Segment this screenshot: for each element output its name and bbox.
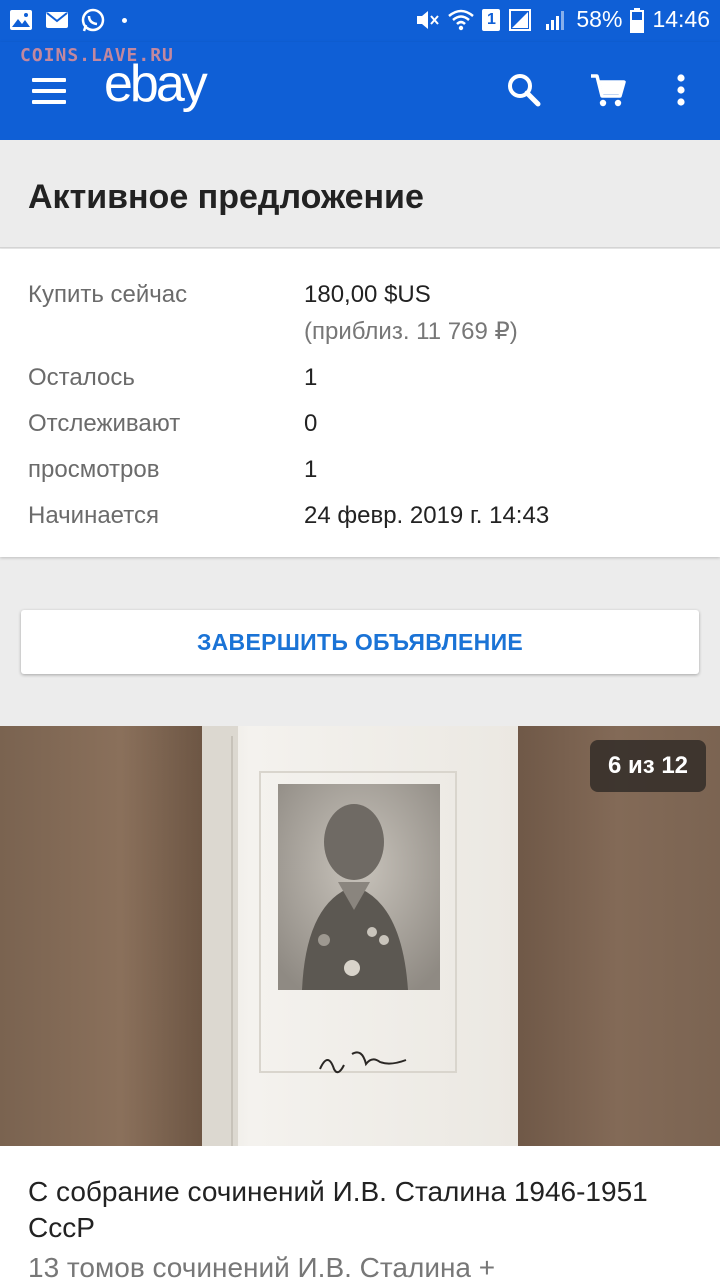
photo-counter: 6 из 12: [590, 740, 706, 792]
menu-icon: [32, 78, 66, 82]
mute-icon: [417, 10, 440, 29]
views-value: 1: [304, 456, 318, 483]
menu-button[interactable]: [32, 78, 66, 104]
mail-icon: [46, 12, 68, 28]
cart-icon[interactable]: [588, 70, 628, 110]
overflow-menu-icon[interactable]: [664, 70, 698, 110]
status-bar: 1 58% 14:46: [0, 0, 720, 42]
item-subtitle: 13 томов сочинений И.В. Сталина +: [28, 1252, 496, 1280]
wifi-icon: [448, 9, 475, 30]
listing-details: Купить сейчас 180,00 $US (приблиз. 11 76…: [0, 249, 720, 557]
ebay-logo[interactable]: ebay: [104, 54, 208, 114]
buy-now-label: Купить сейчас: [28, 281, 188, 308]
clock: 14:46: [652, 6, 710, 32]
remaining-label: Осталось: [28, 364, 135, 391]
app-bar: COINS.LAVE.RU ebay: [0, 42, 720, 140]
sim-badge: 1: [482, 8, 501, 31]
item-title: С собрание сочинений И.В. Сталина 1946-1…: [28, 1176, 648, 1243]
signal-icon: [509, 8, 532, 31]
photo-background-left: [0, 726, 202, 1146]
buy-now-price: 180,00 $US: [304, 281, 431, 308]
starts-value: 24 февр. 2019 г. 14:43: [304, 502, 550, 529]
section-header: Активное предложение: [0, 140, 720, 248]
battery-icon: [630, 7, 645, 33]
end-listing-button[interactable]: ЗАВЕРШИТЬ ОБЪЯВЛЕНИЕ: [21, 610, 699, 674]
whatsapp-icon: [81, 8, 105, 32]
watching-value: 0: [304, 410, 318, 437]
buy-now-approx-price: (приблиз. 11 769 ₽): [304, 318, 518, 345]
gallery-icon: [10, 10, 32, 30]
item-info: С собрание сочинений И.В. Сталина 1946-1…: [0, 1146, 720, 1280]
notification-dot: [122, 17, 127, 23]
menu-icon-line: [32, 89, 66, 93]
battery-percent: 58%: [576, 6, 623, 32]
book-page-image: [202, 726, 518, 1146]
section-title: Активное предложение: [28, 178, 424, 216]
search-icon[interactable]: [504, 70, 544, 110]
watching-label: Отслеживают: [28, 410, 181, 437]
cell-signal-icon: [546, 10, 565, 30]
remaining-value: 1: [304, 364, 318, 391]
menu-icon-line: [32, 100, 66, 104]
starts-label: Начинается: [28, 502, 159, 529]
views-label: просмотров: [28, 456, 160, 483]
